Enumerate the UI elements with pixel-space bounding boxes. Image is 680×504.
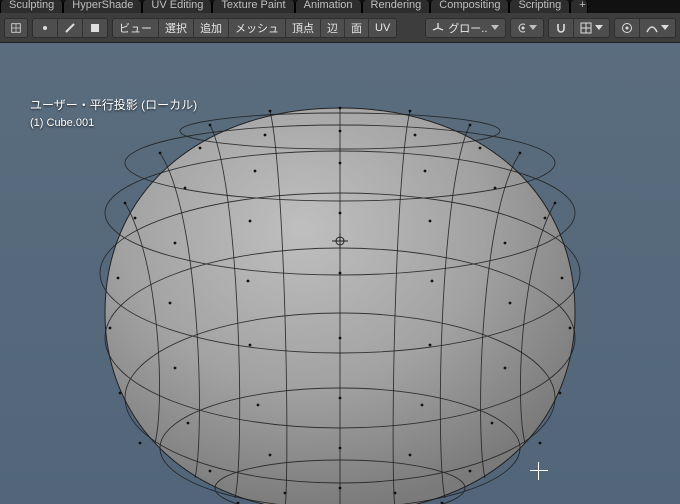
mode-vertex[interactable]: [33, 19, 58, 37]
snap-mode-dropdown[interactable]: [574, 19, 609, 37]
tab-rendering[interactable]: Rendering: [362, 0, 431, 13]
tab-sculpting[interactable]: Sculpting: [0, 0, 63, 13]
chevron-down-icon: [661, 25, 669, 30]
proportional-toggle[interactable]: [615, 19, 640, 37]
axes-icon: [432, 22, 444, 34]
tab-uv-editing[interactable]: UV Editing: [142, 0, 212, 13]
menus-segment: ビュー 選択 追加 メッシュ 頂点 辺 面 UV: [112, 18, 397, 38]
edge-icon: [64, 22, 76, 34]
editor-type-dropdown[interactable]: [4, 18, 28, 38]
tab-compositing[interactable]: Compositing: [430, 0, 509, 13]
proportional-icon: [621, 22, 633, 34]
pivot-dropdown[interactable]: [510, 18, 544, 38]
tab-add[interactable]: +: [570, 0, 588, 13]
face-icon: [89, 22, 101, 34]
transform-orientation-dropdown[interactable]: グロー..: [425, 18, 506, 38]
menu-uv[interactable]: UV: [369, 19, 396, 37]
tab-texture-paint[interactable]: Texture Paint: [212, 0, 294, 13]
editor-type-icon: [11, 21, 21, 35]
chevron-down-icon: [529, 25, 537, 30]
menu-mesh[interactable]: メッシュ: [229, 19, 286, 37]
menu-select[interactable]: 選択: [159, 19, 194, 37]
menu-add[interactable]: 追加: [194, 19, 229, 37]
vertex-icon: [39, 22, 51, 34]
proportional-segment: [614, 18, 676, 38]
chevron-down-icon: [595, 25, 603, 30]
snap-segment: [548, 18, 610, 38]
transform-orientation-label: グロー..: [448, 20, 487, 36]
mode-face[interactable]: [83, 19, 107, 37]
snap-toggle[interactable]: [549, 19, 574, 37]
workspace-tabs: Sculpting HyperShade UV Editing Texture …: [0, 0, 680, 13]
tab-hypershade[interactable]: HyperShade: [63, 0, 142, 13]
chevron-down-icon: [491, 25, 499, 30]
viewport-3d[interactable]: ユーザー・平行投影 (ローカル) (1) Cube.001: [0, 43, 680, 504]
active-object-label: (1) Cube.001: [30, 117, 197, 129]
menu-face[interactable]: 面: [345, 19, 369, 37]
tab-animation[interactable]: Animation: [295, 0, 362, 13]
mode-edge[interactable]: [58, 19, 83, 37]
pivot-icon: [517, 22, 525, 34]
tab-scripting[interactable]: Scripting: [509, 0, 570, 13]
viewport-overlay-text: ユーザー・平行投影 (ローカル) (1) Cube.001: [30, 96, 197, 129]
proportional-falloff-dropdown[interactable]: [640, 19, 675, 37]
editor-header: ビュー 選択 追加 メッシュ 頂点 辺 面 UV グロー..: [0, 13, 680, 43]
mesh-object: [60, 93, 620, 504]
menu-edge[interactable]: 辺: [321, 19, 345, 37]
falloff-curve-icon: [646, 22, 658, 34]
magnet-icon: [555, 22, 567, 34]
mouse-cursor: [530, 462, 548, 480]
projection-label: ユーザー・平行投影 (ローカル): [30, 96, 197, 113]
mode-select-segment: [32, 18, 108, 38]
menu-vertex[interactable]: 頂点: [286, 19, 321, 37]
menu-view[interactable]: ビュー: [113, 19, 159, 37]
grid-icon: [580, 22, 592, 34]
